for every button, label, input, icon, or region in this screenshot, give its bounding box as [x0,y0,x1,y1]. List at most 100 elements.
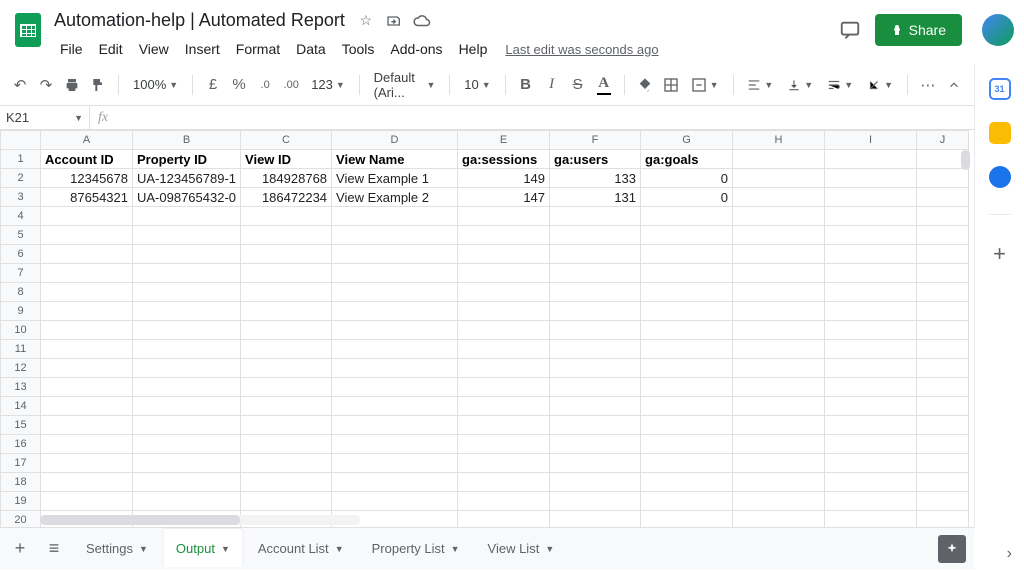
cell-C12[interactable] [241,359,332,378]
document-title[interactable]: Automation-help | Automated Report [52,8,347,33]
cell-F6[interactable] [550,245,641,264]
cell-C17[interactable] [241,454,332,473]
cell-C15[interactable] [241,416,332,435]
cell-C2[interactable]: 184928768 [241,169,332,188]
row-header-3[interactable]: 3 [1,188,41,207]
cell-F3[interactable]: 131 [550,188,641,207]
cell-E1[interactable]: ga:sessions [458,150,550,169]
cell-B2[interactable]: UA-123456789-1 [133,169,241,188]
cell-J15[interactable] [917,416,969,435]
cell-J9[interactable] [917,302,969,321]
cell-D17[interactable] [332,454,458,473]
row-header-11[interactable]: 11 [1,340,41,359]
name-box[interactable]: K21 ▼ [0,106,90,129]
sheet-tab-property-list[interactable]: Property List▼ [360,530,472,568]
number-format-dropdown[interactable]: 123▼ [307,75,349,94]
cell-G4[interactable] [641,207,733,226]
cell-I18[interactable] [825,473,917,492]
user-avatar[interactable] [982,14,1014,46]
cell-E9[interactable] [458,302,550,321]
cell-H8[interactable] [733,283,825,302]
cell-B17[interactable] [133,454,241,473]
cell-E18[interactable] [458,473,550,492]
cell-G20[interactable] [641,511,733,528]
cell-G11[interactable] [641,340,733,359]
row-header-9[interactable]: 9 [1,302,41,321]
cell-B7[interactable] [133,264,241,283]
cell-A3[interactable]: 87654321 [41,188,133,207]
cell-D13[interactable] [332,378,458,397]
cell-G10[interactable] [641,321,733,340]
column-header-C[interactable]: C [241,131,332,150]
cell-H13[interactable] [733,378,825,397]
cell-B13[interactable] [133,378,241,397]
cell-B8[interactable] [133,283,241,302]
row-header-20[interactable]: 20 [1,511,41,528]
cell-J17[interactable] [917,454,969,473]
cell-F11[interactable] [550,340,641,359]
cell-G12[interactable] [641,359,733,378]
cell-J18[interactable] [917,473,969,492]
cell-C7[interactable] [241,264,332,283]
undo-button[interactable]: ↶ [10,73,30,97]
print-button[interactable] [62,73,82,97]
cell-I3[interactable] [825,188,917,207]
keep-icon[interactable] [989,122,1011,144]
cell-H1[interactable] [733,150,825,169]
cell-E11[interactable] [458,340,550,359]
sheet-tab-view-list[interactable]: View List▼ [476,530,567,568]
cell-A10[interactable] [41,321,133,340]
cell-C9[interactable] [241,302,332,321]
comments-icon[interactable] [839,19,861,41]
cell-C10[interactable] [241,321,332,340]
cell-G15[interactable] [641,416,733,435]
cell-B4[interactable] [133,207,241,226]
bold-button[interactable]: B [516,73,536,97]
cell-A4[interactable] [41,207,133,226]
cell-H3[interactable] [733,188,825,207]
cell-D3[interactable]: View Example 2 [332,188,458,207]
cell-F13[interactable] [550,378,641,397]
cell-C4[interactable] [241,207,332,226]
cell-C8[interactable] [241,283,332,302]
cell-H9[interactable] [733,302,825,321]
cell-E20[interactable] [458,511,550,528]
column-header-J[interactable]: J [917,131,969,150]
cell-G13[interactable] [641,378,733,397]
move-icon[interactable] [385,12,403,30]
menu-file[interactable]: File [52,37,91,61]
last-edit-link[interactable]: Last edit was seconds ago [505,42,658,57]
cell-D12[interactable] [332,359,458,378]
cell-E15[interactable] [458,416,550,435]
vertical-scrollbar[interactable] [961,150,970,170]
cell-A12[interactable] [41,359,133,378]
cell-E7[interactable] [458,264,550,283]
menu-tools[interactable]: Tools [334,37,383,61]
font-dropdown[interactable]: Default (Ari...▼ [370,68,440,102]
cell-J3[interactable] [917,188,969,207]
column-header-F[interactable]: F [550,131,641,150]
cell-H5[interactable] [733,226,825,245]
cell-A8[interactable] [41,283,133,302]
cell-H14[interactable] [733,397,825,416]
horizontal-scrollbar[interactable] [40,515,360,525]
column-header-I[interactable]: I [825,131,917,150]
redo-button[interactable]: ↷ [36,73,56,97]
cell-A6[interactable] [41,245,133,264]
cell-J14[interactable] [917,397,969,416]
cell-D8[interactable] [332,283,458,302]
row-header-13[interactable]: 13 [1,378,41,397]
cell-A18[interactable] [41,473,133,492]
cell-B12[interactable] [133,359,241,378]
column-header-B[interactable]: B [133,131,241,150]
cell-G1[interactable]: ga:goals [641,150,733,169]
font-size-dropdown[interactable]: 10▼ [460,75,494,94]
cell-E2[interactable]: 149 [458,169,550,188]
cell-B3[interactable]: UA-098765432-0 [133,188,241,207]
cell-A16[interactable] [41,435,133,454]
cell-G3[interactable]: 0 [641,188,733,207]
cell-J13[interactable] [917,378,969,397]
cell-D15[interactable] [332,416,458,435]
row-header-19[interactable]: 19 [1,492,41,511]
cell-C11[interactable] [241,340,332,359]
